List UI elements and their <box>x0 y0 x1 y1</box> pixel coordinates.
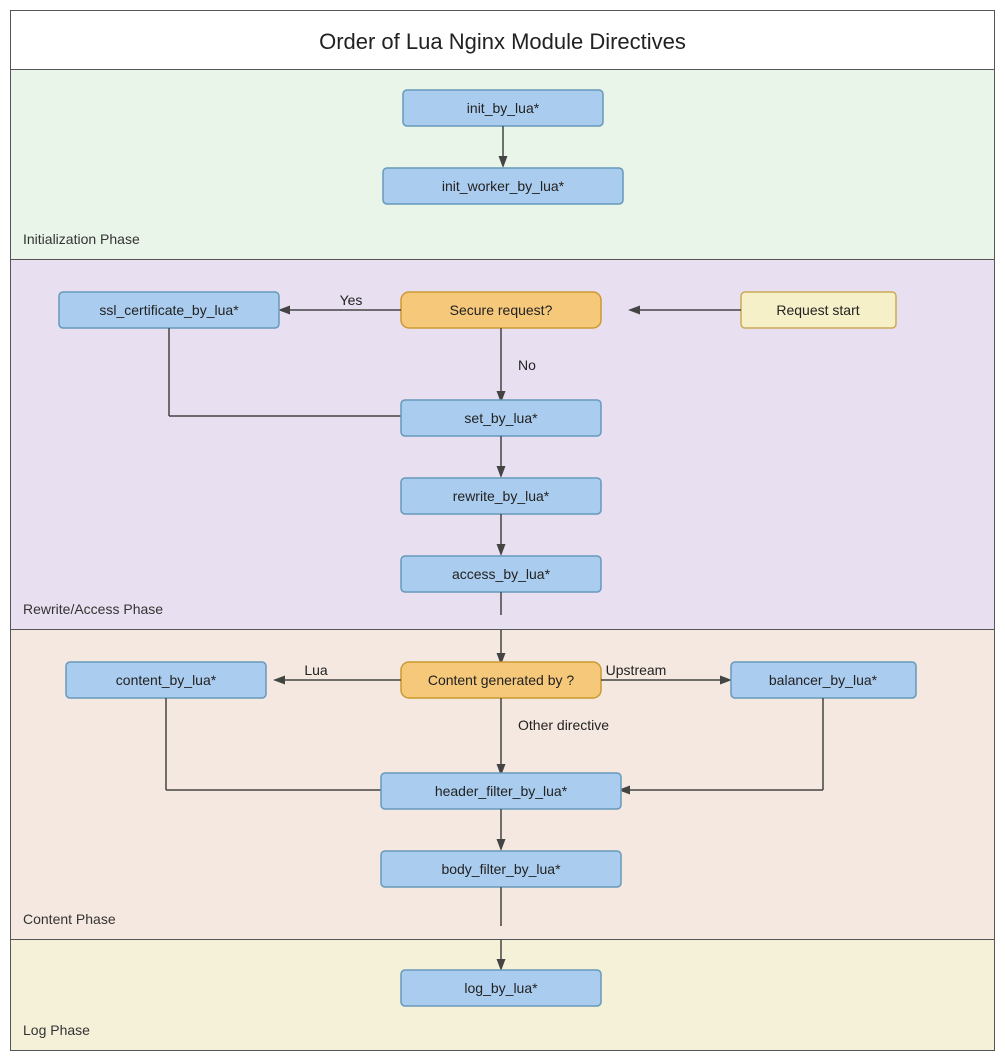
phase-init: init_by_lua* init_worker_by_lua* Initial… <box>11 69 994 259</box>
phase-init-svg: init_by_lua* init_worker_by_lua* <box>11 70 994 255</box>
phase-log: log_by_lua* Log Phase <box>11 939 994 1050</box>
diagram-wrapper: Order of Lua Nginx Module Directives ini… <box>10 10 995 1051</box>
balancer-by-lua-label: balancer_by_lua* <box>769 672 878 688</box>
phase-log-label: Log Phase <box>23 1022 90 1038</box>
phase-content: Content generated by ? Lua content_by_lu… <box>11 629 994 939</box>
content-by-lua-label: content_by_lua* <box>116 672 217 688</box>
init-worker-by-lua-label: init_worker_by_lua* <box>442 178 565 194</box>
phase-content-label: Content Phase <box>23 911 116 927</box>
yes-label: Yes <box>340 292 363 308</box>
phase-log-svg: log_by_lua* <box>11 940 994 1050</box>
phase-rewrite-label: Rewrite/Access Phase <box>23 601 163 617</box>
log-by-lua-label: log_by_lua* <box>464 980 538 996</box>
lua-label: Lua <box>304 662 328 678</box>
no-label: No <box>518 357 536 373</box>
body-filter-label: body_filter_by_lua* <box>441 861 561 877</box>
init-by-lua-label: init_by_lua* <box>467 100 540 116</box>
phase-content-svg: Content generated by ? Lua content_by_lu… <box>11 630 994 930</box>
phase-rewrite: Request start Secure request? Yes ssl_ce… <box>11 259 994 629</box>
request-start-label: Request start <box>776 302 859 318</box>
rewrite-by-lua-label: rewrite_by_lua* <box>453 488 550 504</box>
phase-init-label: Initialization Phase <box>23 231 140 247</box>
set-by-lua-label: set_by_lua* <box>464 410 538 426</box>
secure-request-label: Secure request? <box>450 302 553 318</box>
diagram-title: Order of Lua Nginx Module Directives <box>11 11 994 69</box>
access-by-lua-label: access_by_lua* <box>452 566 551 582</box>
header-filter-label: header_filter_by_lua* <box>435 783 568 799</box>
ssl-cert-label: ssl_certificate_by_lua* <box>99 302 239 318</box>
upstream-label: Upstream <box>606 662 667 678</box>
phase-rewrite-svg: Request start Secure request? Yes ssl_ce… <box>11 260 994 620</box>
other-directive-label: Other directive <box>518 717 609 733</box>
content-gen-label: Content generated by ? <box>428 672 575 688</box>
